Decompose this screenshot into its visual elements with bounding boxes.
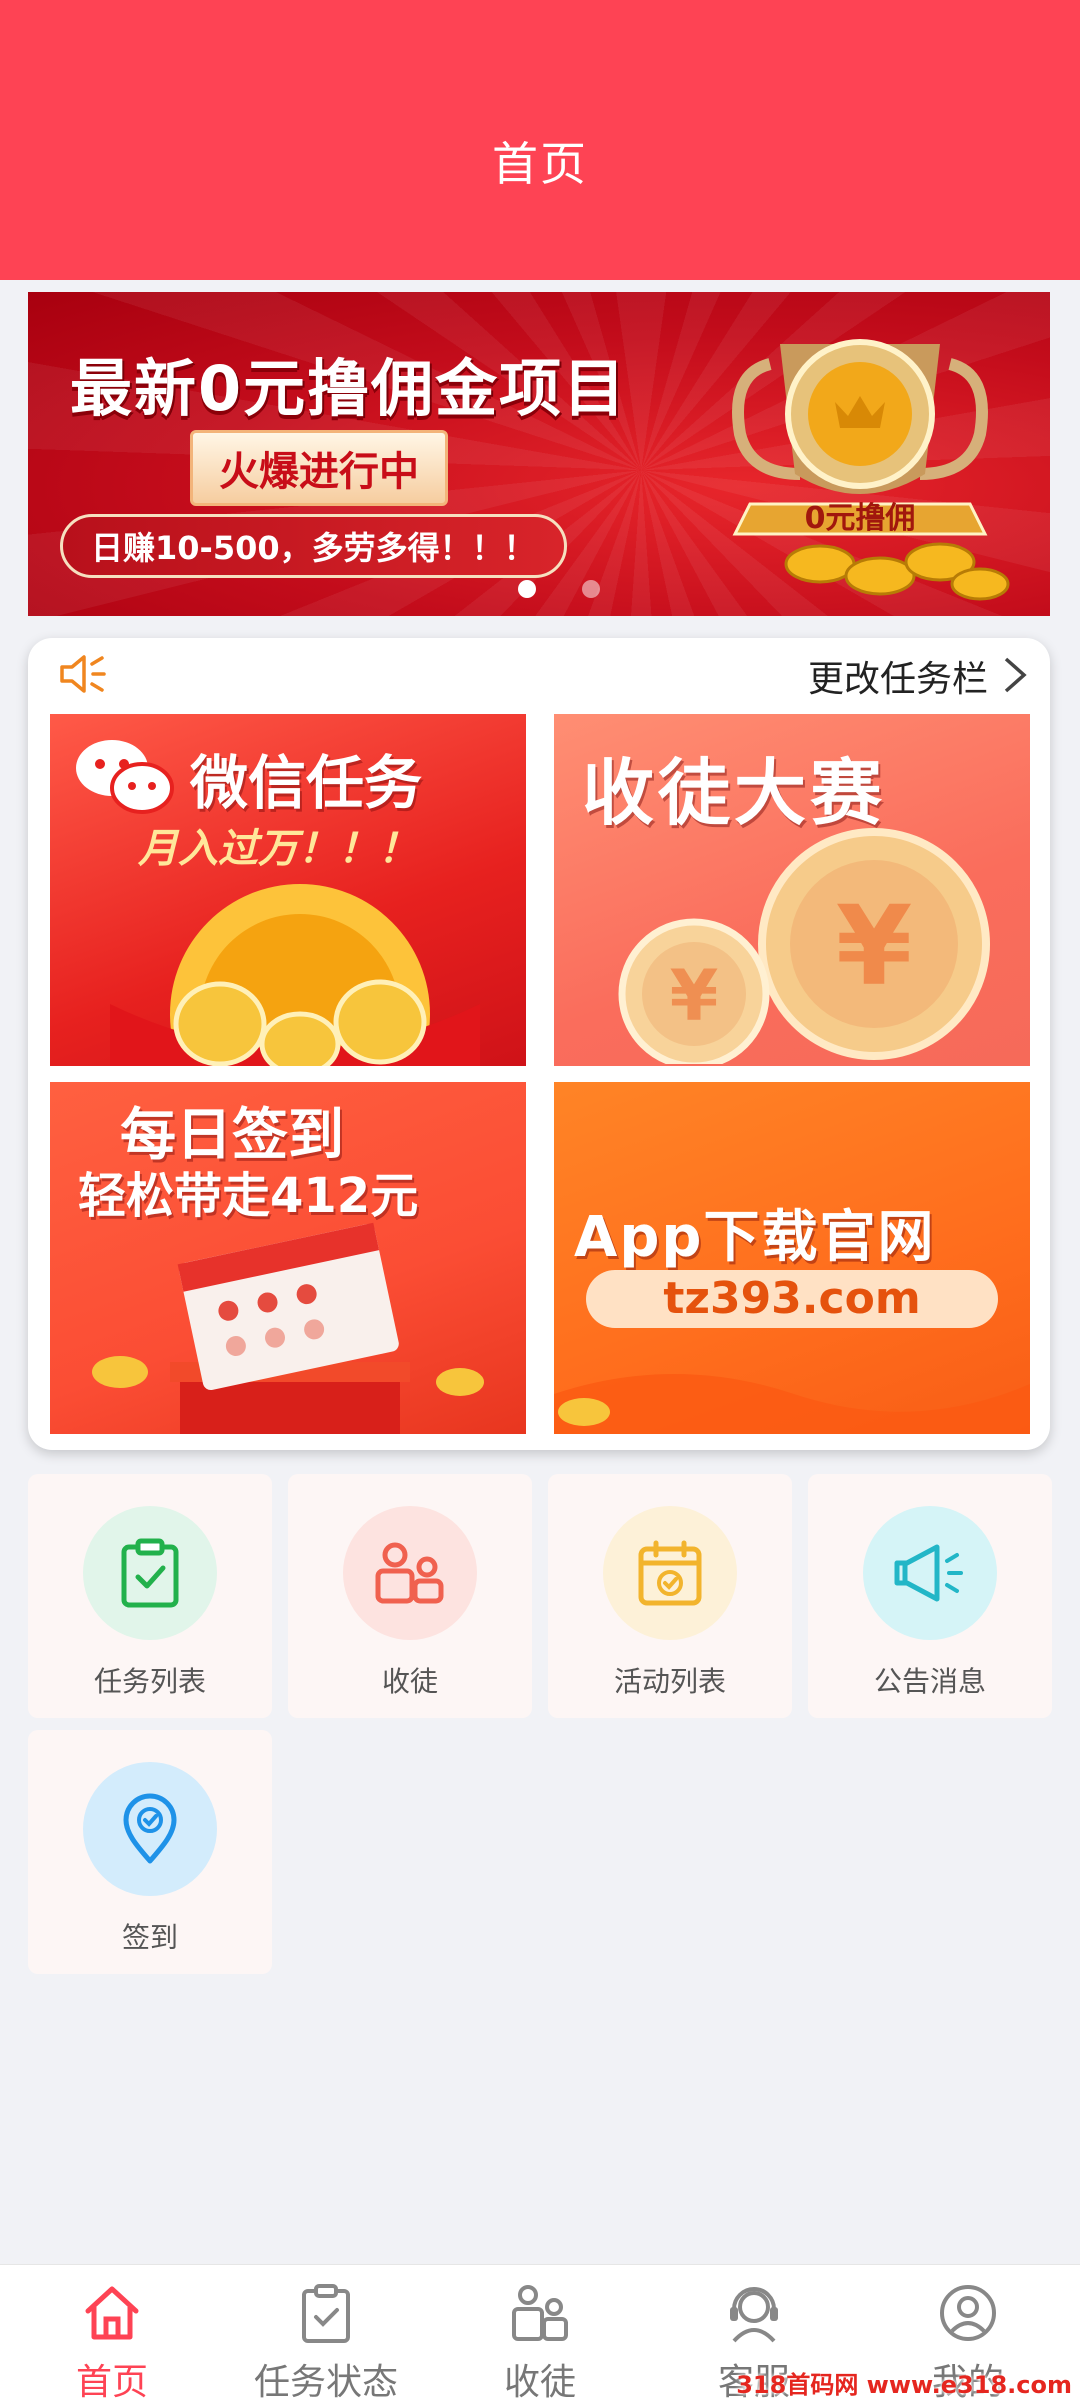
bottom-nav: 首页 任务状态 收徒 客服 我的 318首码网 www.e318.com xyxy=(0,2264,1080,2408)
wechat-icon xyxy=(76,740,174,814)
svg-text:¥: ¥ xyxy=(836,882,913,1010)
banner-carousel[interactable]: 最新0元撸佣金项目 火爆进行中 日赚10-500，多劳多得！！！ 0元撸佣 xyxy=(28,292,1050,616)
nav-label: 收徒 xyxy=(503,2362,576,2403)
svg-text:¥: ¥ xyxy=(670,955,719,1037)
clipboard-check-icon xyxy=(121,1538,179,1608)
trophy-badge-text: 0元撸佣 xyxy=(805,501,916,536)
menu-icon-bg xyxy=(863,1506,997,1640)
red-envelope-coins-art xyxy=(110,884,480,1066)
nav-apprentice[interactable]: 收徒 xyxy=(432,2265,648,2408)
chevron-right-icon[interactable] xyxy=(1000,656,1030,694)
menu-item-apprentice[interactable]: 收徒 xyxy=(288,1474,532,1718)
calendar-gift-art xyxy=(92,1222,484,1434)
users-icon xyxy=(512,2285,568,2341)
menu-label: 任务列表 xyxy=(93,1665,206,1698)
speaker-icon xyxy=(60,655,106,693)
notice-text: 更改任务栏 xyxy=(807,659,988,700)
carousel-dot-1[interactable] xyxy=(518,580,536,598)
menu-label: 公告消息 xyxy=(873,1665,986,1698)
banner-earnings-pill: 日赚10-500，多劳多得！！！ xyxy=(60,514,567,578)
carousel-dot-2[interactable] xyxy=(582,580,600,598)
menu-icon-bg xyxy=(83,1762,217,1896)
clipboard-check-icon xyxy=(302,2284,350,2343)
trophy-icon: 0元撸佣 xyxy=(732,339,1010,601)
menu-icon-bg xyxy=(83,1506,217,1640)
headset-icon xyxy=(730,2287,778,2343)
feature-card: 更改任务栏 微信任务 月入过万！！！ 收徒大赛 ¥ ¥ 每日签到 轻松带走412… xyxy=(28,638,1050,1450)
download-url: tz393.com xyxy=(586,1270,998,1328)
nav-label: 首页 xyxy=(75,2362,148,2403)
banner-headline: 最新0元撸佣金项目 xyxy=(70,352,628,425)
page-title: 首页 xyxy=(492,137,588,191)
tile-daily-checkin[interactable]: 每日签到 轻松带走412元 xyxy=(50,1082,526,1434)
notice-bar[interactable]: 更改任务栏 xyxy=(28,638,1050,710)
tile-title: App下载官网 xyxy=(574,1205,936,1270)
wave-decoration xyxy=(554,1374,1030,1434)
menu-item-checkin[interactable]: 签到 xyxy=(28,1730,272,1974)
menu-item-announcements[interactable]: 公告消息 xyxy=(808,1474,1052,1718)
user-circle-icon xyxy=(940,2285,996,2341)
banner-status: 火爆进行中 xyxy=(190,430,448,506)
menu-label: 签到 xyxy=(121,1921,178,1954)
menu-label: 收徒 xyxy=(381,1665,438,1698)
tile-apprentice-contest[interactable]: 收徒大赛 ¥ ¥ xyxy=(554,714,1030,1066)
menu-item-task-list[interactable]: 任务列表 xyxy=(28,1474,272,1718)
nav-home[interactable]: 首页 xyxy=(4,2265,220,2408)
yuan-coins-art: ¥ ¥ xyxy=(618,828,990,1064)
carousel-dots xyxy=(28,580,1050,598)
menu-item-activity-list[interactable]: 活动列表 xyxy=(548,1474,792,1718)
menu-icon-bg xyxy=(603,1506,737,1640)
tile-title: 微信任务 xyxy=(190,749,423,817)
menu-label: 活动列表 xyxy=(613,1665,726,1698)
tile-subtitle: 轻松带走412元 xyxy=(78,1168,419,1224)
nav-label: 任务状态 xyxy=(253,2362,398,2403)
users-icon xyxy=(375,1542,444,1604)
calendar-check-icon xyxy=(638,1540,702,1606)
tile-app-download[interactable]: App下载官网 tz393.com xyxy=(554,1082,1030,1434)
tile-wechat-tasks[interactable]: 微信任务 月入过万！！！ xyxy=(50,714,526,1066)
home-icon xyxy=(85,2286,139,2340)
nav-task-status[interactable]: 任务状态 xyxy=(218,2265,434,2408)
menu-icon-bg xyxy=(343,1506,477,1640)
location-check-icon xyxy=(123,1793,177,1864)
megaphone-icon xyxy=(894,1544,963,1602)
watermark: 318首码网 www.e318.com xyxy=(736,2371,1072,2399)
top-header: 首页 xyxy=(0,0,1080,280)
